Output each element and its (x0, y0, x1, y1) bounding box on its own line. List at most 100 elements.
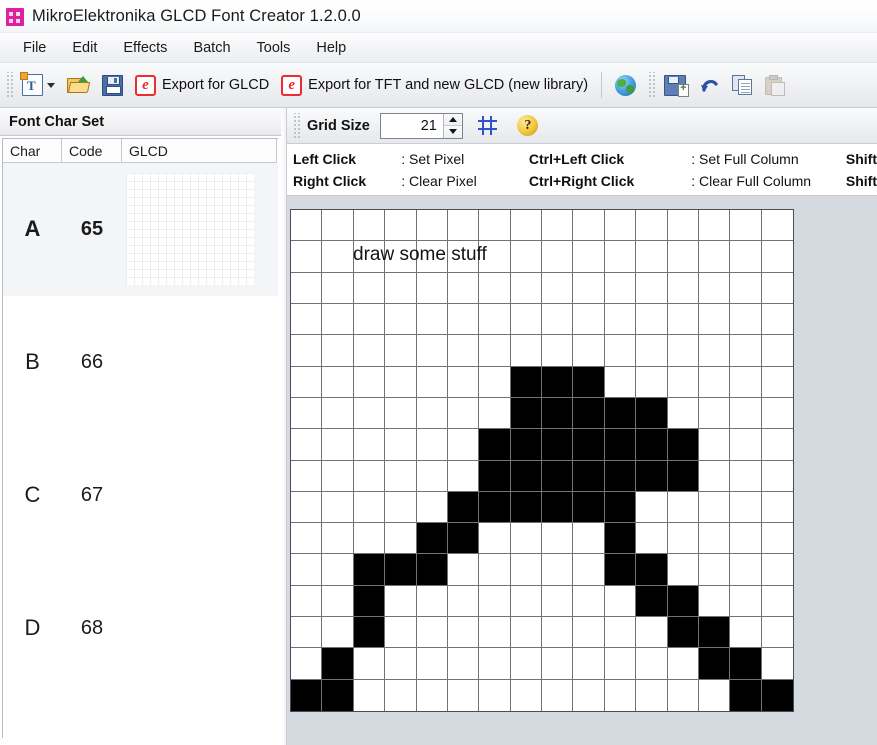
pixel-cell[interactable] (761, 460, 793, 492)
pixel-cell[interactable] (730, 585, 762, 618)
pixel-cell[interactable] (730, 554, 762, 586)
pixel-cell[interactable] (761, 648, 793, 680)
pixel-cell[interactable] (698, 241, 731, 273)
export-for-tft-button[interactable]: e Export for TFT and new GLCD (new libra… (275, 69, 594, 101)
pixel-cell[interactable] (322, 491, 354, 524)
pixel-cell[interactable] (353, 585, 386, 618)
pixel-cell[interactable] (291, 335, 323, 367)
pixel-cell[interactable] (604, 648, 637, 680)
pixel-cell[interactable] (573, 241, 605, 273)
save-button[interactable] (96, 69, 129, 101)
pixel-cell[interactable] (447, 272, 480, 304)
pixel-cell[interactable] (761, 554, 793, 586)
pixel-cell[interactable] (698, 617, 731, 649)
pixel-cell[interactable] (291, 241, 323, 273)
pixel-cell[interactable] (416, 523, 448, 555)
pixel-cell[interactable] (667, 397, 699, 430)
pixel-cell[interactable] (542, 210, 574, 242)
pixel-cell[interactable] (542, 429, 574, 461)
pixel-cell[interactable] (667, 429, 699, 461)
pixel-cell[interactable] (479, 272, 511, 304)
pixel-cell[interactable] (667, 241, 699, 273)
grid-toggle-button[interactable] (473, 111, 503, 141)
pixel-cell[interactable] (291, 617, 323, 649)
pixel-cell[interactable] (761, 241, 793, 273)
pixel-cell[interactable] (479, 397, 511, 430)
pixel-cell[interactable] (322, 241, 354, 273)
pixel-cell[interactable] (573, 460, 605, 492)
pixel-cell[interactable] (291, 397, 323, 430)
pixel-cell[interactable] (479, 210, 511, 242)
pixel-cell[interactable] (604, 585, 637, 618)
pixel-cell[interactable] (447, 210, 480, 242)
pixel-cell[interactable] (353, 460, 386, 492)
pixel-cell[interactable] (385, 523, 417, 555)
pixel-cell[interactable] (479, 585, 511, 618)
pixel-cell[interactable] (698, 335, 731, 367)
spinner-down-icon[interactable] (443, 126, 462, 138)
pixel-cell[interactable] (542, 648, 574, 680)
pixel-cell[interactable] (604, 272, 637, 304)
pixel-cell[interactable] (730, 303, 762, 336)
pixel-cell[interactable] (479, 491, 511, 524)
pixel-cell[interactable] (291, 210, 323, 242)
pixel-cell[interactable] (510, 272, 542, 304)
table-row[interactable]: C 67 (3, 429, 278, 562)
pixel-cell[interactable] (479, 460, 511, 492)
pixel-cell[interactable] (416, 679, 448, 711)
pixel-cell[interactable] (291, 523, 323, 555)
pixel-cell[interactable] (322, 429, 354, 461)
pixel-cell[interactable] (667, 679, 699, 711)
pixel-cell[interactable] (542, 335, 574, 367)
pixel-cell[interactable] (636, 210, 668, 242)
pixel-cell[interactable] (761, 585, 793, 618)
pixel-cell[interactable] (447, 460, 480, 492)
pixel-cell[interactable] (636, 679, 668, 711)
pixel-cell[interactable] (385, 272, 417, 304)
pixel-cell[interactable] (604, 523, 637, 555)
pixel-cell[interactable] (291, 303, 323, 336)
pixel-cell[interactable] (385, 617, 417, 649)
pixel-cell[interactable] (510, 523, 542, 555)
pixel-cell[interactable] (510, 554, 542, 586)
pixel-cell[interactable] (573, 210, 605, 242)
pixel-cell[interactable] (510, 648, 542, 680)
pixel-cell[interactable] (573, 679, 605, 711)
pixel-cell[interactable] (636, 429, 668, 461)
pixel-cell[interactable] (542, 460, 574, 492)
pixel-cell[interactable] (730, 272, 762, 304)
pixel-cell[interactable] (385, 335, 417, 367)
pixel-cell[interactable] (510, 617, 542, 649)
pixel-cell[interactable] (573, 648, 605, 680)
pixel-cell[interactable] (322, 523, 354, 555)
pixel-cell[interactable] (416, 617, 448, 649)
pixel-cell[interactable] (667, 554, 699, 586)
pixel-cell[interactable] (698, 303, 731, 336)
pixel-cell[interactable] (416, 585, 448, 618)
menu-item-help[interactable]: Help (303, 37, 359, 59)
pixel-cell[interactable] (698, 554, 731, 586)
pixel-cell[interactable] (353, 617, 386, 649)
pixel-cell[interactable] (291, 491, 323, 524)
pixel-cell[interactable] (291, 554, 323, 586)
pixel-cell[interactable] (353, 679, 386, 711)
pixel-cell[interactable] (510, 679, 542, 711)
pixel-cell[interactable] (542, 303, 574, 336)
column-header-code[interactable]: Code (62, 139, 122, 163)
pixel-cell[interactable] (761, 429, 793, 461)
pixel-cell[interactable] (667, 523, 699, 555)
editor-toolbar-grip[interactable] (292, 112, 300, 139)
pixel-cell[interactable] (416, 429, 448, 461)
pixel-cell[interactable] (510, 210, 542, 242)
pixel-cell[interactable] (542, 272, 574, 304)
pixel-cell[interactable] (510, 366, 542, 398)
pixel-cell[interactable] (385, 366, 417, 398)
save-all-button[interactable] (658, 69, 692, 101)
pixel-cell[interactable] (416, 460, 448, 492)
pixel-cell[interactable] (510, 335, 542, 367)
pixel-cell[interactable] (761, 397, 793, 430)
pixel-cell[interactable] (604, 491, 637, 524)
table-row[interactable]: B 66 (3, 296, 278, 429)
pixel-cell[interactable] (542, 679, 574, 711)
menu-item-tools[interactable]: Tools (244, 37, 304, 59)
